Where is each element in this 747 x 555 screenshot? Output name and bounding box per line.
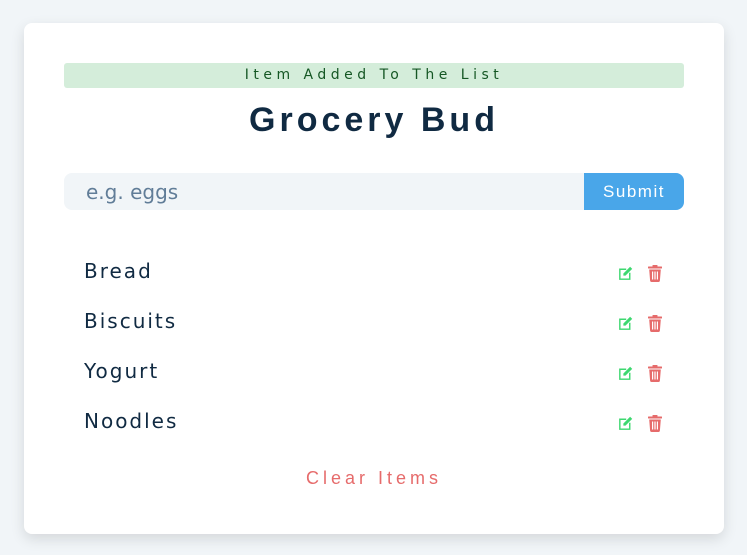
trash-icon[interactable] [645, 414, 664, 433]
item-name: Biscuits [84, 309, 178, 333]
list-item: Yogurt [64, 348, 684, 398]
item-name: Bread [84, 259, 153, 283]
trash-icon[interactable] [645, 264, 664, 283]
edit-icon[interactable] [616, 414, 635, 433]
grocery-list: Bread Biscuits Yogurt Noodles [64, 248, 684, 448]
grocery-card: Item Added To The List Grocery Bud Submi… [24, 23, 724, 534]
item-input[interactable] [64, 173, 584, 210]
trash-icon[interactable] [645, 314, 664, 333]
item-actions [616, 364, 664, 383]
submit-button[interactable]: Submit [584, 173, 684, 210]
list-item: Biscuits [64, 298, 684, 348]
list-item: Bread [64, 248, 684, 298]
edit-icon[interactable] [616, 314, 635, 333]
list-item: Noodles [64, 398, 684, 448]
edit-icon[interactable] [616, 364, 635, 383]
item-actions [616, 314, 664, 333]
trash-icon[interactable] [645, 364, 664, 383]
grocery-form: Submit [64, 173, 684, 210]
item-name: Noodles [84, 409, 179, 433]
item-actions [616, 264, 664, 283]
item-actions [616, 414, 664, 433]
page-title: Grocery Bud [249, 101, 499, 139]
success-alert: Item Added To The List [64, 63, 684, 88]
clear-items-button[interactable]: Clear Items [24, 468, 724, 489]
item-name: Yogurt [84, 359, 160, 383]
edit-icon[interactable] [616, 264, 635, 283]
